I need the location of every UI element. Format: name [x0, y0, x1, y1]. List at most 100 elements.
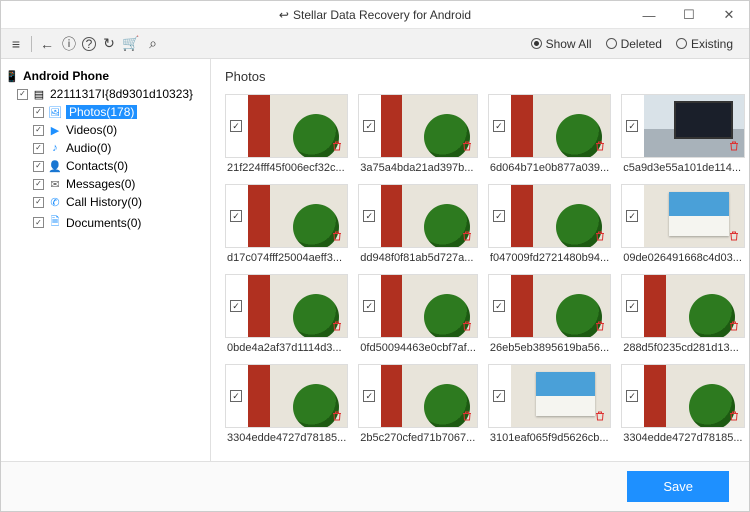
thumbnail-image[interactable]	[488, 364, 611, 428]
filter-existing[interactable]: Existing	[676, 37, 733, 51]
thumbnail[interactable]: 3101eaf065f9d5626cb...	[488, 364, 611, 444]
trash-icon	[728, 319, 740, 333]
thumbnail-image[interactable]	[358, 184, 478, 248]
maximize-button[interactable]: ☐	[669, 1, 709, 29]
thumbnail-image[interactable]	[358, 364, 478, 428]
filter-show-all[interactable]: Show All	[531, 37, 592, 51]
tree-checkbox[interactable]	[33, 217, 44, 228]
thumbnail[interactable]: c5a9d3e55a101de114...	[621, 94, 744, 174]
menu-icon[interactable]: ≡	[7, 35, 25, 53]
thumbnail[interactable]: 09de026491668c4d03...	[621, 184, 744, 264]
category-icon: ✆	[48, 196, 62, 209]
thumb-checkbox[interactable]	[230, 390, 242, 402]
category-icon: 🖼	[48, 106, 62, 119]
thumb-checkbox[interactable]	[363, 120, 375, 132]
tree-checkbox[interactable]	[33, 125, 44, 136]
thumbnail[interactable]: 0fd50094463e0cbf7af...	[358, 274, 478, 354]
thumb-checkbox[interactable]	[493, 210, 505, 222]
category-icon: ✉	[48, 178, 62, 191]
thumbnail[interactable]: d17c074fff25004aeff3...	[225, 184, 348, 264]
thumbnail[interactable]: 26eb5eb3895619ba56...	[488, 274, 611, 354]
thumbnail-image[interactable]	[621, 94, 744, 158]
thumbnail[interactable]: 3304edde4727d78185...	[225, 364, 348, 444]
tree-root[interactable]: 📱 Android Phone	[5, 67, 206, 85]
tree-item-0[interactable]: 🖼 Photos(178)	[5, 103, 206, 121]
thumbnail-image[interactable]	[488, 274, 611, 338]
key-icon[interactable]: ⌕	[144, 35, 162, 53]
trash-icon	[594, 139, 606, 153]
thumbnail-image[interactable]	[488, 184, 611, 248]
thumbnail-image[interactable]	[621, 184, 744, 248]
cart-icon[interactable]: 🛒	[122, 35, 140, 53]
tree-checkbox[interactable]	[33, 107, 44, 118]
thumb-checkbox[interactable]	[626, 210, 638, 222]
close-button[interactable]: ✕	[709, 1, 749, 29]
thumbnail[interactable]: 0bde4a2af37d1114d3...	[225, 274, 348, 354]
tree-item-2[interactable]: ♪Audio(0)	[5, 139, 206, 157]
thumb-checkbox[interactable]	[363, 300, 375, 312]
trash-icon	[331, 139, 343, 153]
filter-deleted[interactable]: Deleted	[606, 37, 662, 51]
trash-icon	[461, 229, 473, 243]
tree-item-3[interactable]: 👤Contacts(0)	[5, 157, 206, 175]
device-checkbox[interactable]	[17, 89, 28, 100]
tree-checkbox[interactable]	[33, 197, 44, 208]
thumbnail[interactable]: 3304edde4727d78185...	[621, 364, 744, 444]
thumbnail-filename: 2b5c270cfed71b7067...	[358, 428, 478, 444]
tree-item-6[interactable]: 🗎Documents(0)	[5, 211, 206, 234]
info-icon[interactable]: ⓘ	[60, 35, 78, 53]
thumb-checkbox[interactable]	[493, 120, 505, 132]
minimize-button[interactable]: —	[629, 1, 669, 29]
tree-item-1[interactable]: ▶Videos(0)	[5, 121, 206, 139]
thumbnail[interactable]: dd948f0f81ab5d727a...	[358, 184, 478, 264]
thumb-checkbox[interactable]	[493, 390, 505, 402]
trash-icon	[594, 229, 606, 243]
thumb-checkbox[interactable]	[493, 300, 505, 312]
thumb-checkbox[interactable]	[626, 300, 638, 312]
thumbnail-image[interactable]	[225, 274, 348, 338]
thumb-checkbox[interactable]	[626, 120, 638, 132]
thumb-checkbox[interactable]	[363, 390, 375, 402]
thumbnail[interactable]: 3a75a4bda21ad397b...	[358, 94, 478, 174]
thumbnail-grid-scroll[interactable]: 21f224fff45f006ecf32c... 3a75a4bda21ad397…	[211, 90, 749, 461]
thumb-checkbox[interactable]	[230, 120, 242, 132]
thumbnail[interactable]: f047009fd2721480b94...	[488, 184, 611, 264]
thumbnail-image[interactable]	[225, 364, 348, 428]
thumb-checkbox[interactable]	[626, 390, 638, 402]
tree-checkbox[interactable]	[33, 179, 44, 190]
tree-item-5[interactable]: ✆Call History(0)	[5, 193, 206, 211]
trash-icon	[331, 229, 343, 243]
tree-checkbox[interactable]	[33, 161, 44, 172]
thumbnail[interactable]: 288d5f0235cd281d13...	[621, 274, 744, 354]
content-heading: Photos	[211, 59, 749, 90]
thumbnail-image[interactable]	[621, 364, 744, 428]
thumbnail-filename: 0fd50094463e0cbf7af...	[358, 338, 478, 354]
thumbnail-filename: 3a75a4bda21ad397b...	[358, 158, 478, 174]
back-icon[interactable]: ←	[38, 35, 56, 53]
tree-item-label: Photos(178)	[66, 105, 137, 119]
save-button[interactable]: Save	[627, 471, 729, 502]
thumbnail-image[interactable]	[488, 94, 611, 158]
thumbnail-filename: f047009fd2721480b94...	[488, 248, 611, 264]
thumbnail[interactable]: 6d064b71e0b877a039...	[488, 94, 611, 174]
help-icon[interactable]: ?	[82, 37, 96, 51]
tree-device[interactable]: ▤ 22111317I{8d9301d10323}	[5, 85, 206, 103]
sdcard-icon: ▤	[32, 88, 46, 101]
thumbnail-image[interactable]	[621, 274, 744, 338]
trash-icon	[461, 319, 473, 333]
trash-icon	[461, 139, 473, 153]
thumb-checkbox[interactable]	[230, 210, 242, 222]
thumbnail-image[interactable]	[358, 94, 478, 158]
thumbnail-image[interactable]	[225, 184, 348, 248]
app-back-icon: ↩	[279, 8, 289, 22]
tree-item-4[interactable]: ✉Messages(0)	[5, 175, 206, 193]
thumb-checkbox[interactable]	[363, 210, 375, 222]
refresh-icon[interactable]: ↻	[100, 35, 118, 53]
thumbnail[interactable]: 21f224fff45f006ecf32c...	[225, 94, 348, 174]
thumb-checkbox[interactable]	[230, 300, 242, 312]
thumbnail-image[interactable]	[358, 274, 478, 338]
thumbnail-image[interactable]	[225, 94, 348, 158]
tree-checkbox[interactable]	[33, 143, 44, 154]
category-icon: 👤	[48, 160, 62, 173]
thumbnail[interactable]: 2b5c270cfed71b7067...	[358, 364, 478, 444]
